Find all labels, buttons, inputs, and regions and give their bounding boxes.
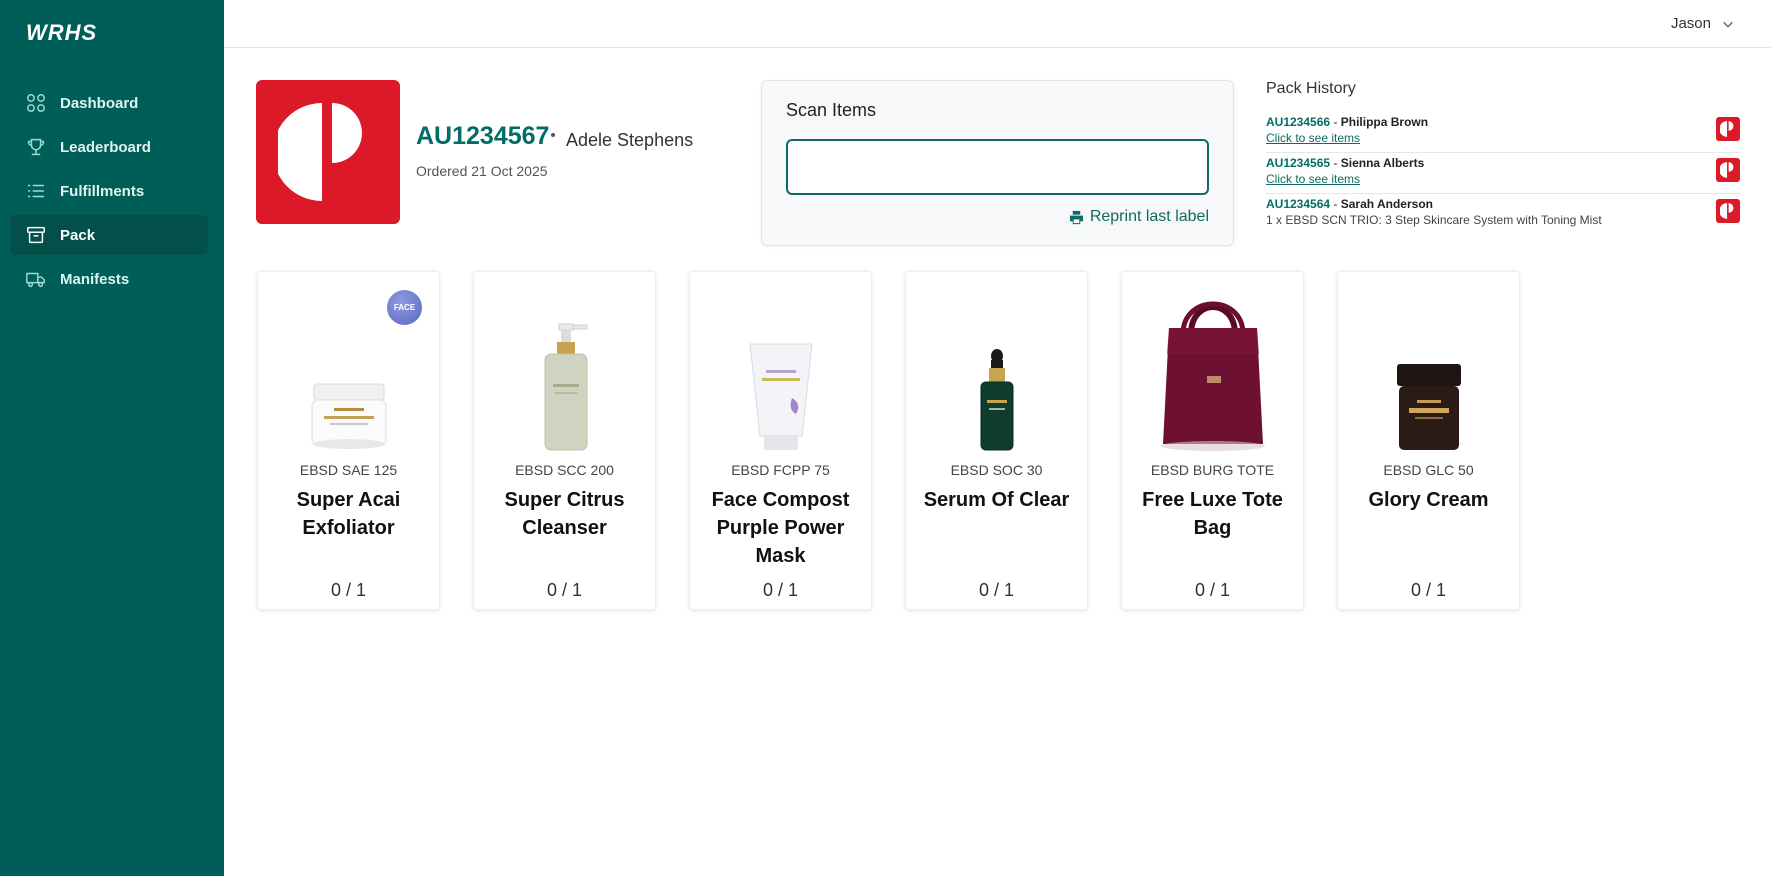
product-card[interactable]: EBSD BURG TOTE Free Luxe Tote Bag 0 / 1 [1121,271,1304,610]
list-icon [25,180,47,202]
australia-post-icon [1720,121,1734,137]
pack-history: Pack History AU1234566 - Philippa Brown … [1266,80,1740,235]
pump-bottle-icon [544,323,587,451]
product-name: Serum Of Clear [923,489,1070,511]
carrier-logo-small [1716,117,1740,141]
product-card[interactable]: FACE EBSD SAE 125 Super Acai Exfoliator … [257,271,440,610]
product-quantity: 0 / 1 [1194,580,1231,600]
product-sku: EBSD SAE 125 [299,462,398,478]
product-list: FACE EBSD SAE 125 Super Acai Exfoliator … [257,271,1520,610]
sidebar-nav: Dashboard Leaderboard Fulfillments Pack … [10,83,208,303]
product-sku: EBSD SCC 200 [515,462,614,478]
product-card[interactable]: EBSD GLC 50 Glory Cream 0 / 1 [1337,271,1520,610]
history-customer-name: Sarah Anderson [1340,197,1433,211]
customer-name: Adele Stephens [566,130,694,150]
australia-post-icon [1720,162,1734,178]
app-logo[interactable]: WRHS [26,20,97,46]
product-card[interactable]: EBSD FCPP 75 Face Compost Purple Power M… [689,271,872,610]
reprint-last-label-button[interactable]: Reprint last label [1069,208,1209,226]
see-items-link[interactable]: Click to see items [1266,172,1360,186]
jar-dark-icon [1396,364,1461,450]
sidebar-item-fulfillments[interactable]: Fulfillments [10,171,208,211]
product-sku: EBSD FCPP 75 [731,462,830,478]
product-quantity: 0 / 1 [978,580,1015,600]
product-name: Face Compost Purple Power Mask [711,489,850,567]
history-items-description: 1 x EBSD SCN TRIO: 3 Step Skincare Syste… [1266,213,1602,227]
product-image: FACE [258,272,439,452]
product-sku: EBSD SOC 30 [950,462,1043,478]
sidebar-item-label: Leaderboard [60,138,151,156]
carrier-logo-small [1716,199,1740,223]
sidebar-item-label: Pack [60,226,96,244]
history-order-id: AU1234565 [1266,156,1331,170]
scan-input[interactable] [786,139,1209,195]
tube-icon [748,343,813,450]
product-quantity: 0 / 1 [1410,580,1447,600]
sidebar-item-label: Manifests [60,270,130,288]
carrier-logo [256,80,400,224]
product-sku: EBSD GLC 50 [1383,462,1474,478]
grid-icon [25,92,47,114]
history-order-id: AU1234566 [1266,115,1331,129]
carrier-logo-small [1716,158,1740,182]
history-row-header: AU1234566 - Philippa Brown [1266,115,1429,129]
product-sku: EBSD BURG TOTE [1150,462,1275,478]
face-badge: FACE [387,290,422,325]
product-image [1338,272,1519,452]
sidebar-item-dashboard[interactable]: Dashboard [10,83,208,123]
history-row: AU1234564 - Sarah Anderson 1 x EBSD SCN … [1266,194,1740,235]
product-quantity: 0 / 1 [546,580,583,600]
product-quantity: 0 / 1 [330,580,367,600]
printer-icon [1069,210,1083,224]
history-row: AU1234565 - Sienna Alberts Click to see … [1266,153,1740,194]
australia-post-icon [278,103,362,201]
product-image [1122,272,1303,452]
history-customer-name: Philippa Brown [1340,115,1429,129]
sidebar-item-leaderboard[interactable]: Leaderboard [10,127,208,167]
history-row: AU1234566 - Philippa Brown Click to see … [1266,112,1740,153]
order-id: AU1234567 [416,122,550,150]
scan-items-title: Scan Items [786,100,877,120]
jar-white-icon [311,383,386,449]
product-image [690,272,871,452]
reprint-label: Reprint last label [1089,208,1209,225]
product-name: Free Luxe Tote Bag [1142,489,1283,539]
history-row-header: AU1234565 - Sienna Alberts [1266,156,1425,170]
product-image [474,272,655,452]
product-quantity: 0 / 1 [762,580,799,600]
dropper-bottle-icon [980,349,1013,451]
sidebar-item-manifests[interactable]: Manifests [10,259,208,299]
tote-bag-icon [1160,301,1265,451]
order-date: Ordered 21 Oct 2025 [416,163,548,179]
product-card[interactable]: EBSD SCC 200 Super Citrus Cleanser 0 / 1 [473,271,656,610]
sidebar-item-label: Fulfillments [60,182,145,200]
australia-post-icon [1720,203,1734,219]
product-name: Super Citrus Cleanser [504,489,625,539]
truck-icon [25,268,47,290]
top-bar: Jason [224,0,1771,48]
separator-dot [551,133,555,137]
sidebar: WRHS Dashboard Leaderboard Fulfillments … [0,0,224,876]
product-image [906,272,1087,452]
trophy-icon [25,136,47,158]
archive-box-icon [25,224,47,246]
product-name: Super Acai Exfoliator [296,489,401,539]
see-items-link[interactable]: Click to see items [1266,131,1360,145]
pack-history-title: Pack History [1266,80,1356,97]
product-card[interactable]: EBSD SOC 30 Serum Of Clear 0 / 1 [905,271,1088,610]
history-row-header: AU1234564 - Sarah Anderson [1266,197,1433,211]
sidebar-item-pack[interactable]: Pack [10,215,208,255]
chevron-down-icon [1723,21,1733,28]
user-menu[interactable]: Jason [1671,15,1735,32]
product-name: Glory Cream [1368,489,1489,511]
history-customer-name: Sienna Alberts [1340,156,1425,170]
history-order-id: AU1234564 [1266,197,1331,211]
user-name: Jason [1670,15,1711,32]
scan-items-card: Scan Items Reprint last label [761,80,1234,246]
sidebar-item-label: Dashboard [60,94,139,112]
